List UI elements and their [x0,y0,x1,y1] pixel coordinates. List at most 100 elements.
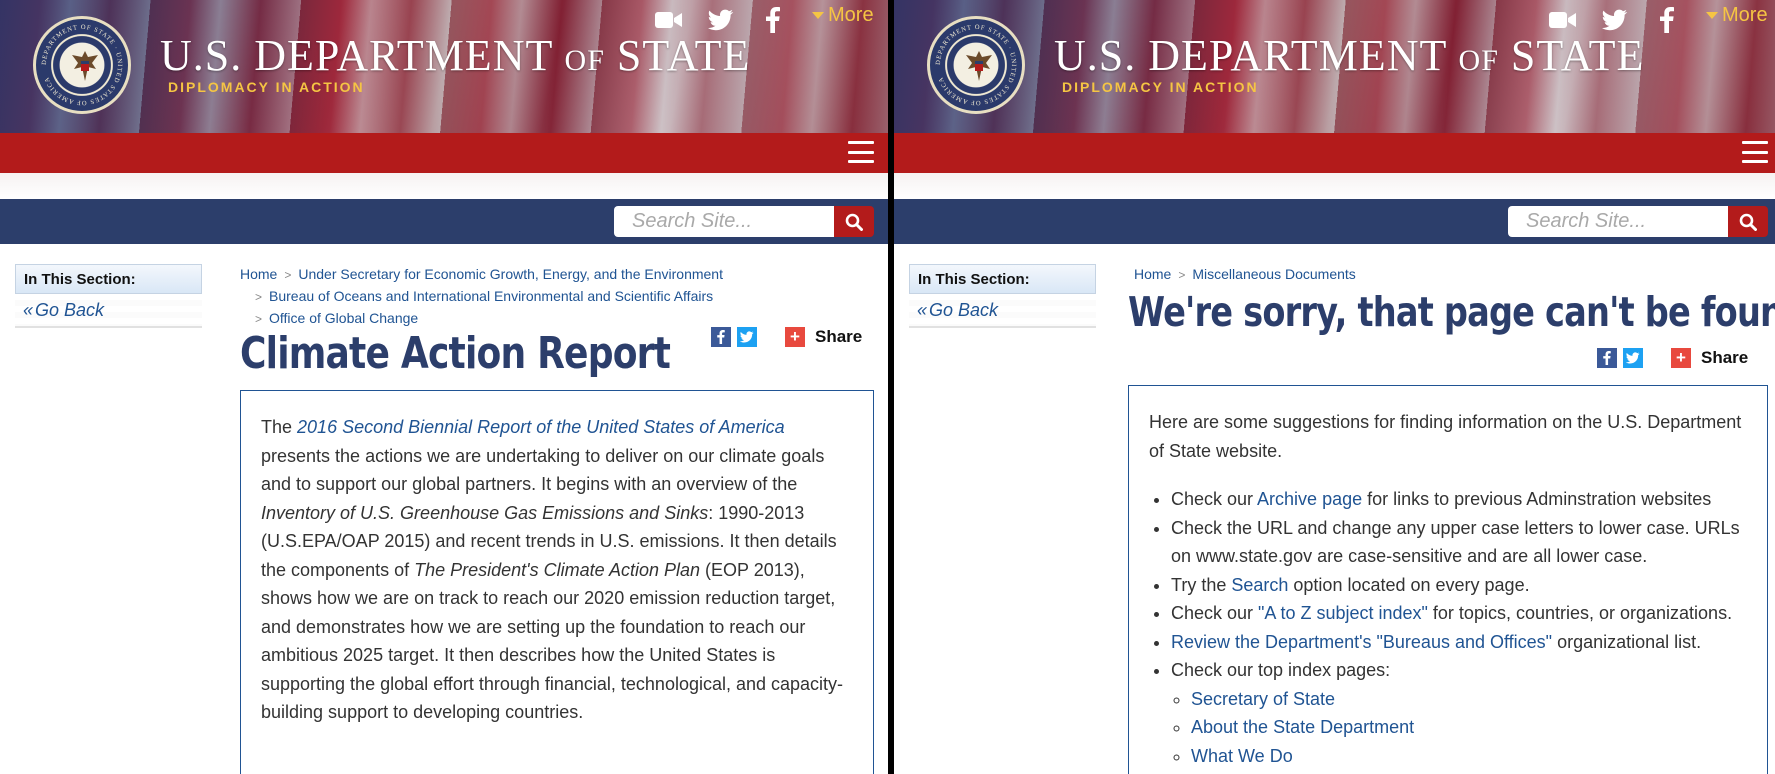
body-text: presents the actions we are undertaking … [261,445,825,495]
breadcrumb: Home > Under Secretary for Economic Growth… [240,264,870,330]
main-nav-bar [894,133,1775,173]
search-button[interactable] [834,206,874,237]
breadcrumb-misc-documents[interactable]: Miscellaneous Documents [1192,266,1355,282]
sidebar-title: In This Section: [15,264,202,294]
sublist-item: What We Do [1191,742,1747,771]
content-box: The 2016 Second Biennial Report of the U… [240,390,874,774]
tagline: DIPLOMACY IN ACTION [168,79,365,95]
more-label: More [1722,4,1768,26]
page-title: We're sorry, that page can't be found. [1128,288,1775,336]
sidebar-title: In This Section: [909,264,1096,294]
content-box: Here are some suggestions for finding in… [1128,385,1768,774]
breadcrumb-under-secretary[interactable]: Under Secretary for Economic Growth, Ene… [298,266,723,282]
section-sidebar: In This Section: « Go Back [909,264,1096,328]
inventory-title: Inventory of U.S. Greenhouse Gas Emissio… [261,502,709,523]
hamburger-menu-icon[interactable] [848,141,874,163]
sublist-item: About the State Department [1191,713,1747,742]
site-title[interactable]: U.S. DEPARTMENT OF STATE [1054,30,1644,81]
right-browser-panel: DEPARTMENT OF STATE · UNITED STATES OF A… [894,0,1775,774]
share-twitter-icon[interactable] [1623,348,1643,368]
share-bar: + Share [711,327,862,347]
share-facebook-icon[interactable] [711,327,731,347]
site-title-post: STATE [616,31,751,80]
secretary-of-state-link[interactable]: Secretary of State [1191,689,1335,709]
share-label[interactable]: Share [1701,348,1748,368]
facebook-icon[interactable] [759,6,787,34]
breadcrumb-home[interactable]: Home [1134,266,1171,282]
sublist-item: Secretary of State [1191,685,1747,714]
page-title: Climate Action Report [240,328,671,379]
list-text: Check our top index pages: [1171,660,1391,680]
more-label: More [828,4,874,26]
main-nav-bar [0,133,888,173]
go-back-label: Go Back [929,299,999,320]
search-input[interactable] [614,206,834,237]
more-menu[interactable]: More [1706,4,1768,27]
video-icon[interactable] [1549,6,1577,34]
list-item: Check our top index pages: Secretary of … [1171,656,1747,770]
department-seal-logo[interactable]: DEPARTMENT OF STATE · UNITED STATES OF A… [33,16,131,114]
hamburger-menu-icon[interactable] [1742,141,1768,163]
list-text: option located on every page. [1288,574,1530,595]
about-state-department-link[interactable]: About the State Department [1191,717,1414,737]
breadcrumb-separator: > [255,312,263,326]
share-plus-icon[interactable]: + [785,327,805,347]
site-header: DEPARTMENT OF STATE · UNITED STATES OF A… [894,0,1775,133]
list-text: for links to previous Adminstration webs… [1362,489,1712,509]
biennial-report-link[interactable]: 2016 Second Biennial Report of the Unite… [297,417,785,437]
site-title-pre: U.S. DEPARTMENT [160,31,553,80]
go-back-label: Go Back [35,299,105,320]
search-link[interactable]: Search [1231,575,1288,595]
twitter-icon[interactable] [707,6,735,34]
twitter-icon[interactable] [1601,6,1629,34]
share-plus-icon[interactable]: + [1671,348,1691,368]
site-title[interactable]: U.S. DEPARTMENT OF STATE [160,30,750,81]
header-divider [0,173,888,199]
breadcrumb-separator: > [284,268,292,282]
go-back-link[interactable]: « Go Back [15,294,202,328]
a-to-z-index-link[interactable]: "A to Z subject index" [1258,603,1428,623]
breadcrumb-global-change[interactable]: Office of Global Change [269,310,418,326]
double-chevron-left-icon: « [23,299,34,320]
site-title-of: OF [1458,44,1499,77]
list-text: Check our [1171,489,1258,509]
breadcrumb-bureau-oceans[interactable]: Bureau of Oceans and International Envir… [269,288,713,304]
list-item: Check our Archive page for links to prev… [1171,485,1747,514]
left-browser-panel: DEPARTMENT OF STATE · UNITED STATES OF A… [0,0,888,774]
eagle-icon [72,51,98,81]
double-chevron-left-icon: « [917,299,928,320]
caret-down-icon [1706,12,1718,19]
social-links [1549,6,1681,34]
list-item: Try the Search option located on every p… [1171,571,1747,600]
department-seal-logo[interactable]: DEPARTMENT OF STATE · UNITED STATES OF A… [927,16,1025,114]
search-icon [845,213,863,231]
video-icon[interactable] [655,6,683,34]
list-item: Check the URL and change any upper case … [1171,514,1747,571]
search-button[interactable] [1728,206,1768,237]
list-item: Review the Department's "Bureaus and Off… [1171,628,1747,657]
body-text: The [261,417,298,437]
facebook-icon[interactable] [1653,6,1681,34]
breadcrumb-separator: > [1178,268,1186,282]
list-item: Check our "A to Z subject index" for top… [1171,599,1747,628]
site-title-pre: U.S. DEPARTMENT [1054,31,1447,80]
search-icon [1739,213,1757,231]
share-twitter-icon[interactable] [737,327,757,347]
climate-action-plan-title: The President's Climate Action Plan [414,559,701,580]
what-we-do-link[interactable]: What We Do [1191,746,1293,766]
header-divider [894,173,1775,199]
share-facebook-icon[interactable] [1597,348,1617,368]
eagle-icon [966,51,992,81]
list-text: for topics, countries, or organizations. [1427,603,1733,623]
top-index-sublist: Secretary of State About the State Depar… [1171,685,1747,771]
search-input[interactable] [1508,206,1728,237]
breadcrumb: Home > Miscellaneous Documents [1134,264,1764,286]
go-back-link[interactable]: « Go Back [909,294,1096,328]
share-label[interactable]: Share [815,327,862,347]
social-links [655,6,787,34]
caret-down-icon [812,12,824,19]
archive-page-link[interactable]: Archive page [1257,489,1362,509]
bureaus-offices-link[interactable]: Review the Department's "Bureaus and Off… [1171,632,1552,652]
more-menu[interactable]: More [812,4,874,27]
breadcrumb-home[interactable]: Home [240,266,277,282]
